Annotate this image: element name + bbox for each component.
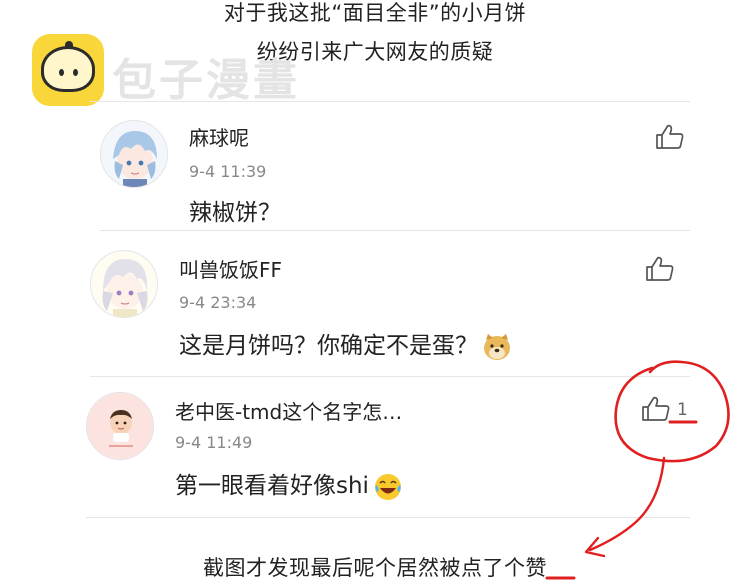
red-annotation [545,360,730,580]
